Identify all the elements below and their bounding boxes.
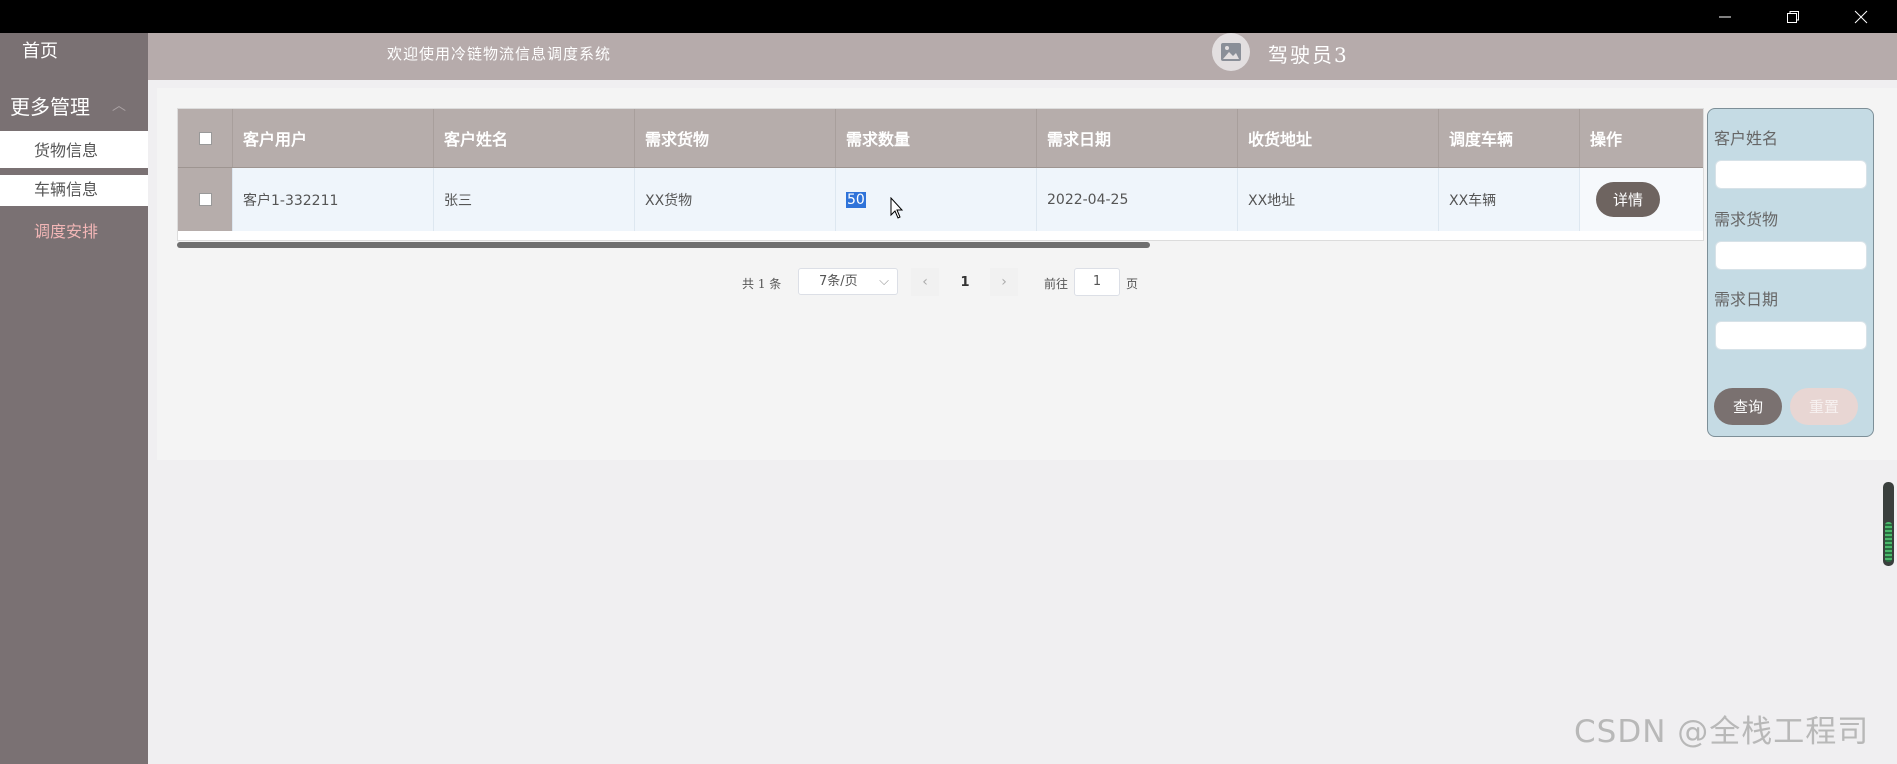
cell-customer-user: 客户1-332211 [233,168,434,231]
close-icon[interactable] [1832,0,1890,33]
goto-label: 前往 [1044,277,1069,291]
col-action: 操作 [1590,130,1623,149]
chevron-down-icon: ⌵ [879,274,889,289]
date-label: 需求日期 [1714,290,1779,309]
goods-label: 需求货物 [1714,210,1779,229]
prev-page-button[interactable]: ‹ [911,268,939,296]
cell-action: 详情 [1580,168,1703,231]
cell-quantity: 50 [836,168,1037,231]
col-goods[interactable]: 需求货物 [635,109,836,167]
mouse-cursor-icon [890,197,904,219]
detail-button[interactable]: 详情 [1596,182,1660,217]
image-icon [1221,43,1241,61]
avatar[interactable] [1212,33,1250,71]
table-header: 客户用户 客户姓名 需求货物 需求数量 需求日期 收货地址 调度车辆 操作 [178,109,1703,168]
sidebar: 首页 更多管理 ︿ 货物信息 车辆信息 调度安排 [0,33,148,764]
col-customer-name[interactable]: 客户姓名 [434,109,635,167]
user-name: 驾驶员3 [1268,43,1349,67]
date-input[interactable] [1715,321,1867,350]
page-size-value: 7条/页 [819,274,858,289]
window-titlebar [0,0,1897,33]
next-page-button[interactable]: › [990,268,1018,296]
watermark: CSDN @全栈工程司 [1574,714,1870,750]
sidebar-item-dispatch[interactable]: 调度安排 [0,216,148,248]
col-vehicle[interactable]: 调度车辆 [1439,109,1580,167]
chevron-left-icon: ‹ [922,274,928,290]
chevron-right-icon: › [1001,274,1007,290]
page-size-select[interactable]: 7条/页 ⌵ [798,268,898,295]
cell-goods: XX货物 [635,168,836,231]
scrollbar-thumb[interactable] [1885,522,1892,562]
dispatch-table: 客户用户 客户姓名 需求货物 需求数量 需求日期 收货地址 调度车辆 操作 客户… [177,108,1704,241]
restore-icon[interactable] [1764,0,1822,33]
select-all-cell [178,109,233,167]
minimize-icon[interactable] [1696,0,1754,33]
table-row: 客户1-332211 张三 XX货物 50 2022-04-25 XX地址 XX… [178,168,1703,231]
col-customer-user[interactable]: 客户用户 [233,109,434,167]
customer-name-label: 客户姓名 [1714,129,1779,148]
search-panel: 客户姓名 需求货物 需求日期 查询 重置 [1707,108,1874,437]
sidebar-group-more[interactable]: 更多管理 [10,91,90,120]
customer-name-input[interactable] [1715,160,1867,189]
page-vertical-scrollbar[interactable] [1883,482,1894,566]
table-horizontal-scrollbar[interactable] [177,242,1150,248]
reset-button[interactable]: 重置 [1790,388,1858,425]
cell-vehicle: XX车辆 [1439,168,1580,231]
sidebar-item-home[interactable]: 首页 [22,37,58,63]
quantity-value[interactable]: 50 [846,191,866,208]
col-date[interactable]: 需求日期 [1037,109,1238,167]
cell-date: 2022-04-25 [1037,168,1238,231]
cell-address: XX地址 [1238,168,1439,231]
row-checkbox[interactable] [198,193,212,206]
welcome-text: 欢迎使用冷链物流信息调度系统 [387,45,612,63]
chevron-up-icon[interactable]: ︿ [112,95,126,115]
page-number-current[interactable]: 1 [950,268,980,296]
goto-unit: 页 [1126,277,1139,291]
col-address[interactable]: 收货地址 [1238,109,1439,167]
cell-customer-name: 张三 [434,168,635,231]
row-select-cell [178,168,233,231]
sidebar-item-vehicles[interactable]: 车辆信息 [0,175,148,206]
goods-input[interactable] [1715,241,1867,270]
pagination-total: 共 1 条 [742,277,782,291]
query-button[interactable]: 查询 [1714,388,1782,425]
sidebar-item-goods[interactable]: 货物信息 [0,131,148,168]
col-quantity[interactable]: 需求数量 [836,109,1037,167]
header-bar: 欢迎使用冷链物流信息调度系统 驾驶员3 [148,33,1897,80]
select-all-checkbox[interactable] [198,131,212,145]
goto-page-input[interactable]: 1 [1074,268,1120,296]
